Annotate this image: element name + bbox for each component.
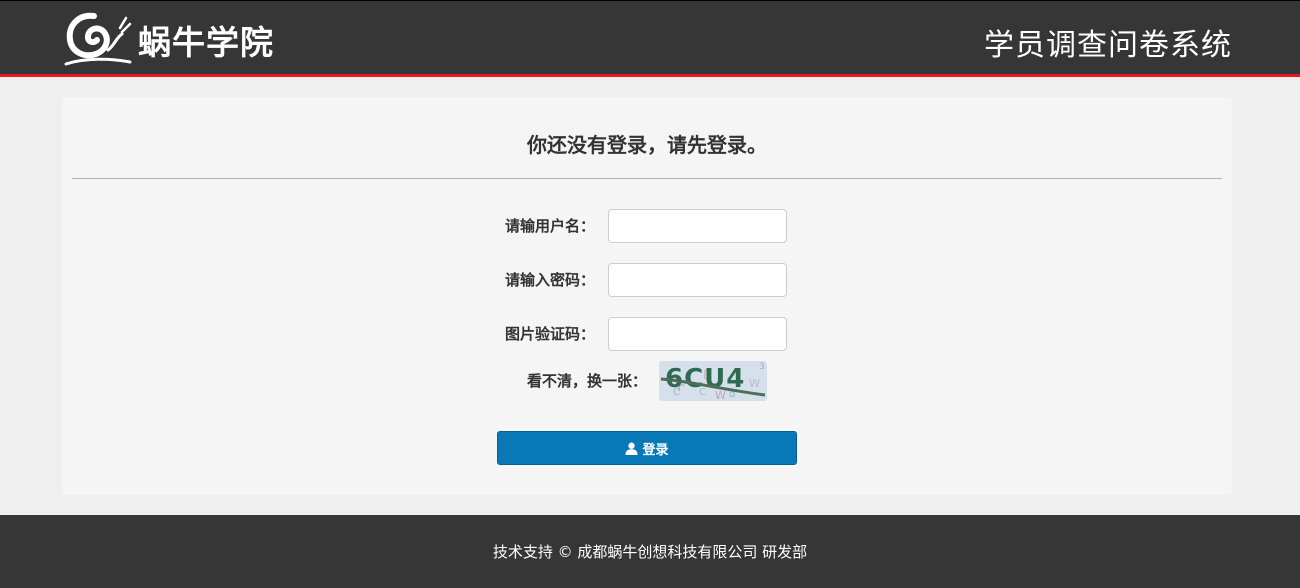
login-button[interactable]: 登录: [497, 431, 797, 465]
footer: 技术支持 © 成都蜗牛创想科技有限公司 研发部: [0, 515, 1300, 588]
password-row: 请输入密码：: [62, 263, 1232, 297]
username-row: 请输用户名：: [62, 209, 1232, 243]
svg-text:3: 3: [759, 362, 765, 372]
system-title: 学员调查问卷系统: [984, 28, 1232, 63]
captcha-refresh-label[interactable]: 看不清，换一张：: [527, 370, 647, 391]
login-title: 你还没有登录，请先登录。: [527, 133, 767, 157]
captcha-image[interactable]: F B W 3 W C d C 6CU4: [659, 361, 767, 401]
captcha-graphic: F B W 3 W C d C 6CU4: [659, 361, 767, 401]
captcha-label: 图片验证码：: [504, 325, 595, 343]
user-icon: [625, 442, 639, 455]
password-input[interactable]: [608, 263, 787, 297]
captcha-input-row: 图片验证码：: [62, 317, 1232, 351]
divider: [72, 178, 1222, 179]
username-input[interactable]: [608, 209, 787, 243]
footer-text: 技术支持 © 成都蜗牛创想科技有限公司 研发部: [492, 543, 808, 561]
top-header: 蜗牛学院 学员调查问卷系统: [0, 0, 1300, 77]
captcha-refresh-row: 看不清，换一张： F B W 3 W C d C 6CU4: [62, 359, 1232, 401]
password-label: 请输入密码：: [504, 271, 595, 289]
snail-logo-icon: [64, 12, 132, 66]
logo-text: 蜗牛学院: [138, 23, 274, 62]
svg-text:W: W: [749, 377, 760, 390]
captcha-input[interactable]: [608, 317, 787, 351]
login-button-label: 登录: [642, 442, 669, 458]
login-panel: 你还没有登录，请先登录。 请输用户名： 请输入密码： 图片验证码： 看不清，换一…: [62, 97, 1232, 495]
username-label: 请输用户名：: [504, 217, 595, 235]
logo[interactable]: 蜗牛学院: [64, 9, 274, 67]
